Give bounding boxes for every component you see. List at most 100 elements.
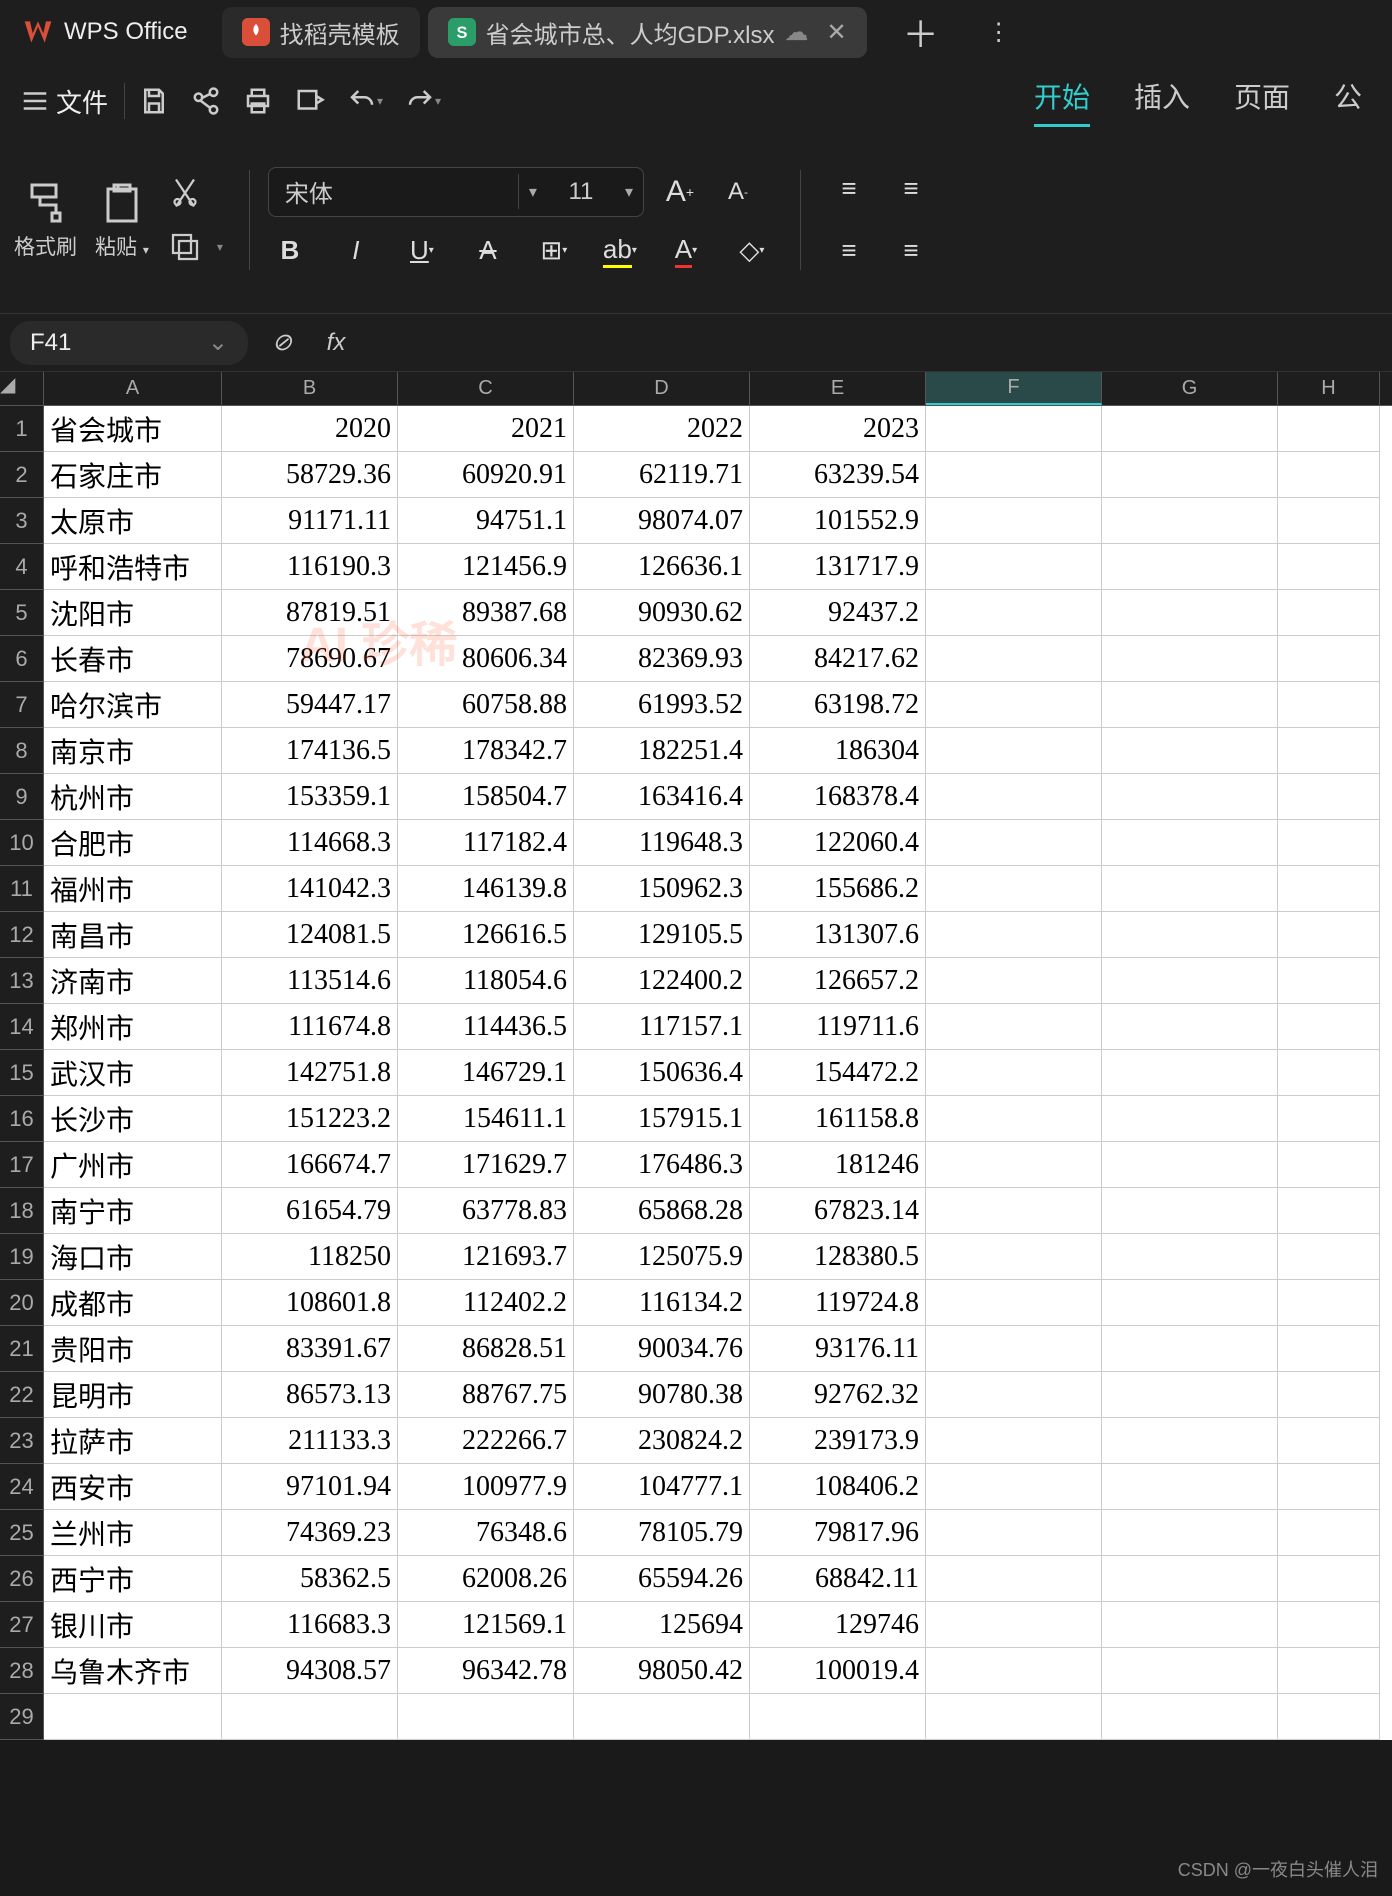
- cell-H27[interactable]: [1278, 1602, 1380, 1648]
- cell-D9[interactable]: 163416.4: [574, 774, 750, 820]
- row-header-18[interactable]: 18: [0, 1188, 44, 1234]
- cell-C1[interactable]: 2021: [398, 406, 574, 452]
- cell-B14[interactable]: 111674.8: [222, 1004, 398, 1050]
- cell-H20[interactable]: [1278, 1280, 1380, 1326]
- cell-D14[interactable]: 117157.1: [574, 1004, 750, 1050]
- cell-B1[interactable]: 2020: [222, 406, 398, 452]
- cell-B21[interactable]: 83391.67: [222, 1326, 398, 1372]
- cell-A29[interactable]: [44, 1694, 222, 1740]
- cell-G1[interactable]: [1102, 406, 1278, 452]
- row-header-6[interactable]: 6: [0, 636, 44, 682]
- strikethrough-button[interactable]: A: [466, 229, 510, 273]
- cell-H19[interactable]: [1278, 1234, 1380, 1280]
- align-top-button[interactable]: ≡: [827, 167, 871, 211]
- cell-F15[interactable]: [926, 1050, 1102, 1096]
- cell-A21[interactable]: 贵阳市: [44, 1326, 222, 1372]
- cell-B23[interactable]: 211133.3: [222, 1418, 398, 1464]
- cell-G17[interactable]: [1102, 1142, 1278, 1188]
- cell-B28[interactable]: 94308.57: [222, 1648, 398, 1694]
- row-header-19[interactable]: 19: [0, 1234, 44, 1280]
- cell-C12[interactable]: 126616.5: [398, 912, 574, 958]
- cell-D13[interactable]: 122400.2: [574, 958, 750, 1004]
- align-left-button[interactable]: ≡: [827, 229, 871, 273]
- row-header-16[interactable]: 16: [0, 1096, 44, 1142]
- cell-G29[interactable]: [1102, 1694, 1278, 1740]
- cell-C13[interactable]: 118054.6: [398, 958, 574, 1004]
- cell-G10[interactable]: [1102, 820, 1278, 866]
- undo-button[interactable]: ▾: [339, 78, 391, 124]
- cell-H5[interactable]: [1278, 590, 1380, 636]
- underline-button[interactable]: U▾: [400, 229, 444, 273]
- row-header-10[interactable]: 10: [0, 820, 44, 866]
- row-header-14[interactable]: 14: [0, 1004, 44, 1050]
- cell-H16[interactable]: [1278, 1096, 1380, 1142]
- cell-H25[interactable]: [1278, 1510, 1380, 1556]
- cell-B2[interactable]: 58729.36: [222, 452, 398, 498]
- cell-H21[interactable]: [1278, 1326, 1380, 1372]
- cell-F3[interactable]: [926, 498, 1102, 544]
- cell-H7[interactable]: [1278, 682, 1380, 728]
- cell-A1[interactable]: 省会城市: [44, 406, 222, 452]
- cancel-icon[interactable]: ⊘: [262, 328, 302, 357]
- cell-B26[interactable]: 58362.5: [222, 1556, 398, 1602]
- column-header-C[interactable]: C: [398, 372, 574, 405]
- cell-D1[interactable]: 2022: [574, 406, 750, 452]
- cell-A7[interactable]: 哈尔滨市: [44, 682, 222, 728]
- cell-A12[interactable]: 南昌市: [44, 912, 222, 958]
- cell-D21[interactable]: 90034.76: [574, 1326, 750, 1372]
- cell-F22[interactable]: [926, 1372, 1102, 1418]
- cell-C27[interactable]: 121569.1: [398, 1602, 574, 1648]
- cell-B4[interactable]: 116190.3: [222, 544, 398, 590]
- paste-group[interactable]: 粘贴 ▾: [95, 179, 149, 261]
- cell-D2[interactable]: 62119.71: [574, 452, 750, 498]
- cell-H14[interactable]: [1278, 1004, 1380, 1050]
- cell-F25[interactable]: [926, 1510, 1102, 1556]
- cell-A15[interactable]: 武汉市: [44, 1050, 222, 1096]
- fx-icon[interactable]: fx: [316, 329, 356, 357]
- cell-G28[interactable]: [1102, 1648, 1278, 1694]
- cell-A4[interactable]: 呼和浩特市: [44, 544, 222, 590]
- cell-H1[interactable]: [1278, 406, 1380, 452]
- row-header-15[interactable]: 15: [0, 1050, 44, 1096]
- ribbon-tab-more[interactable]: 公: [1334, 76, 1362, 127]
- cell-D20[interactable]: 116134.2: [574, 1280, 750, 1326]
- cell-C15[interactable]: 146729.1: [398, 1050, 574, 1096]
- cell-G15[interactable]: [1102, 1050, 1278, 1096]
- cell-D7[interactable]: 61993.52: [574, 682, 750, 728]
- cell-D29[interactable]: [574, 1694, 750, 1740]
- row-header-9[interactable]: 9: [0, 774, 44, 820]
- tab-menu-button[interactable]: ⋮: [975, 18, 1023, 47]
- row-header-17[interactable]: 17: [0, 1142, 44, 1188]
- cell-D28[interactable]: 98050.42: [574, 1648, 750, 1694]
- cell-F8[interactable]: [926, 728, 1102, 774]
- redo-button[interactable]: ▾: [397, 78, 449, 124]
- cell-C16[interactable]: 154611.1: [398, 1096, 574, 1142]
- cell-E25[interactable]: 79817.96: [750, 1510, 926, 1556]
- ribbon-tab-insert[interactable]: 插入: [1134, 76, 1190, 127]
- cell-E27[interactable]: 129746: [750, 1602, 926, 1648]
- eraser-button[interactable]: ◇▾: [730, 229, 774, 273]
- cut-icon[interactable]: [167, 175, 203, 211]
- cell-H4[interactable]: [1278, 544, 1380, 590]
- cell-A26[interactable]: 西宁市: [44, 1556, 222, 1602]
- cell-H29[interactable]: [1278, 1694, 1380, 1740]
- cell-F10[interactable]: [926, 820, 1102, 866]
- cell-C19[interactable]: 121693.7: [398, 1234, 574, 1280]
- cell-A13[interactable]: 济南市: [44, 958, 222, 1004]
- cell-D15[interactable]: 150636.4: [574, 1050, 750, 1096]
- cell-F26[interactable]: [926, 1556, 1102, 1602]
- cell-E28[interactable]: 100019.4: [750, 1648, 926, 1694]
- tab-templates[interactable]: 找稻壳模板: [222, 7, 420, 58]
- cell-D27[interactable]: 125694: [574, 1602, 750, 1648]
- row-header-7[interactable]: 7: [0, 682, 44, 728]
- row-header-29[interactable]: 29: [0, 1694, 44, 1740]
- cell-E17[interactable]: 181246: [750, 1142, 926, 1188]
- cell-B16[interactable]: 151223.2: [222, 1096, 398, 1142]
- column-header-D[interactable]: D: [574, 372, 750, 405]
- cell-H17[interactable]: [1278, 1142, 1380, 1188]
- cell-E14[interactable]: 119711.6: [750, 1004, 926, 1050]
- cell-E7[interactable]: 63198.72: [750, 682, 926, 728]
- cell-B20[interactable]: 108601.8: [222, 1280, 398, 1326]
- cell-E1[interactable]: 2023: [750, 406, 926, 452]
- cell-D26[interactable]: 65594.26: [574, 1556, 750, 1602]
